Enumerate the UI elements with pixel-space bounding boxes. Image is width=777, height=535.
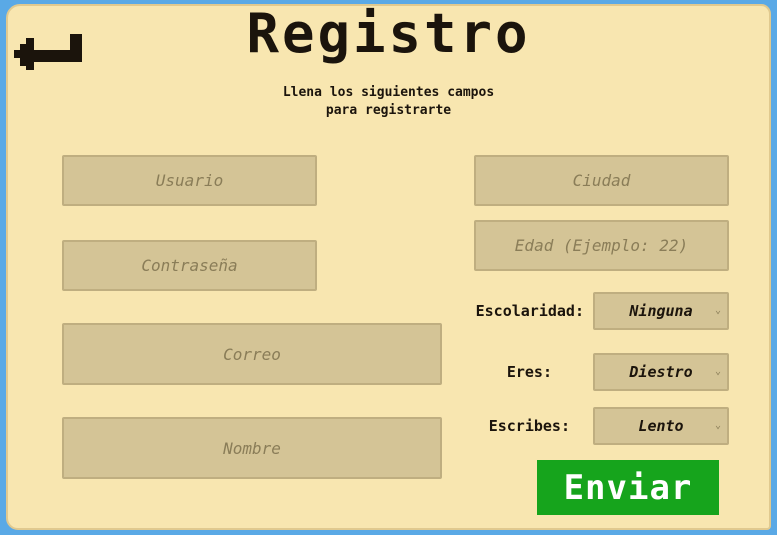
email-field[interactable]: Correo (62, 323, 442, 385)
subtitle-line-1: Llena los siguientes campos (282, 85, 495, 100)
writing-speed-label: Escribes: (488, 417, 570, 435)
handedness-select[interactable]: Diestro ⌄ (593, 353, 729, 391)
password-field[interactable]: Contraseña (62, 240, 317, 291)
subtitle: Llena los siguientes campos para registr… (0, 84, 777, 120)
handedness-value: Diestro (629, 363, 693, 381)
age-field[interactable]: Edad (Ejemplo: 22) (474, 220, 729, 271)
writing-speed-select[interactable]: Lento ⌄ (593, 407, 729, 445)
schooling-select[interactable]: Ninguna ⌄ (593, 292, 729, 330)
schooling-value: Ninguna (629, 302, 693, 320)
chevron-down-icon: ⌄ (714, 305, 721, 316)
writing-speed-value: Lento (638, 417, 684, 435)
submit-button[interactable]: Enviar (537, 460, 719, 515)
chevron-down-icon: ⌄ (714, 420, 721, 431)
name-field[interactable]: Nombre (62, 417, 442, 479)
schooling-label: Escolaridad: (475, 302, 584, 320)
subtitle-line-2: para registrarte (325, 103, 452, 118)
chevron-down-icon: ⌄ (714, 366, 721, 377)
city-field[interactable]: Ciudad (474, 155, 729, 206)
username-field[interactable]: Usuario (62, 155, 317, 206)
page-title: Registro (246, 2, 531, 65)
handedness-label: Eres: (506, 363, 552, 381)
